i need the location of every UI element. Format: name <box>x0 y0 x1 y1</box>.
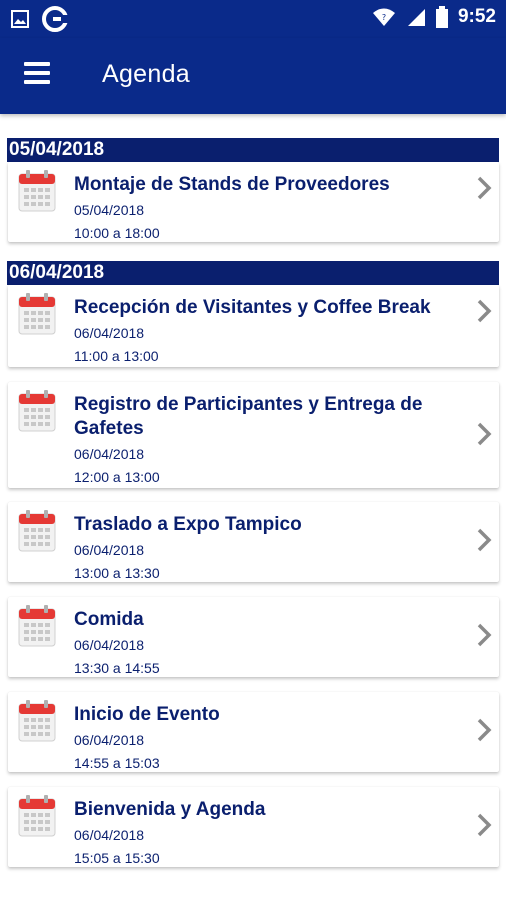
event-card-montaje-stands[interactable]: Montaje de Stands de Proveedores 05/04/2… <box>8 162 499 242</box>
event-title: Registro de Participantes y Entrega de G… <box>74 394 423 439</box>
event-date: 05/04/2018 <box>74 202 145 218</box>
calendar-icon <box>18 170 56 212</box>
event-time: 13:30 a 14:55 <box>74 660 160 676</box>
event-date: 06/04/2018 <box>74 637 145 653</box>
status-time: 9:52 <box>457 6 496 27</box>
event-card-inicio-evento[interactable]: Inicio de Evento 06/04/2018 14:55 a 15:0… <box>8 692 499 772</box>
chevron-right-icon <box>477 422 492 446</box>
event-title: Comida <box>74 609 144 630</box>
event-date: 06/04/2018 <box>74 542 145 558</box>
chevron-right-icon <box>477 623 492 647</box>
app-bar: Agenda <box>0 38 506 114</box>
event-card-registro-participantes[interactable]: Registro de Participantes y Entrega de G… <box>8 382 499 488</box>
calendar-icon <box>18 510 56 552</box>
event-date: 06/04/2018 <box>74 732 145 748</box>
image-icon <box>11 10 29 28</box>
event-time: 12:00 a 13:00 <box>74 469 160 485</box>
svg-text:?: ? <box>382 13 386 22</box>
sync-app-icon <box>42 6 68 32</box>
event-title: Montaje de Stands de Proveedores <box>74 174 390 195</box>
event-card-bienvenida-agenda[interactable]: Bienvenida y Agenda 06/04/2018 15:05 a 1… <box>8 787 499 867</box>
calendar-icon <box>18 390 56 432</box>
event-date: 06/04/2018 <box>74 446 145 462</box>
chevron-right-icon <box>477 528 492 552</box>
signal-icon <box>407 9 425 26</box>
event-time: 13:00 a 13:30 <box>74 565 160 581</box>
event-title: Bienvenida y Agenda <box>74 799 266 820</box>
date-header: 05/04/2018 <box>7 138 499 162</box>
event-card-recepcion-visitantes[interactable]: Recepción de Visitantes y Coffee Break 0… <box>8 285 499 367</box>
event-card-traslado-expo[interactable]: Traslado a Expo Tampico 06/04/2018 13:00… <box>8 502 499 582</box>
calendar-icon <box>18 293 56 335</box>
date-header: 06/04/2018 <box>7 261 499 285</box>
event-date: 06/04/2018 <box>74 325 145 341</box>
status-left-icons <box>10 6 68 32</box>
event-time: 15:05 a 15:30 <box>74 850 160 866</box>
event-date: 06/04/2018 <box>74 827 145 843</box>
wifi-icon: ? <box>372 8 395 26</box>
event-title: Inicio de Evento <box>74 704 220 725</box>
hamburger-menu-icon[interactable] <box>24 62 54 88</box>
calendar-icon <box>18 605 56 647</box>
battery-icon <box>435 6 448 28</box>
page-title: Agenda <box>102 60 190 88</box>
event-time: 11:00 a 13:00 <box>74 348 159 364</box>
event-time: 10:00 a 18:00 <box>74 225 160 241</box>
event-title: Traslado a Expo Tampico <box>74 514 302 535</box>
status-bar: ? 9:52 <box>0 0 506 38</box>
event-card-comida[interactable]: Comida 06/04/2018 13:30 a 14:55 <box>8 597 499 677</box>
calendar-icon <box>18 795 56 837</box>
event-title: Recepción de Visitantes y Coffee Break <box>74 297 431 318</box>
calendar-icon <box>18 700 56 742</box>
chevron-right-icon <box>477 813 492 837</box>
status-right-icons: ? 9:52 <box>372 6 496 28</box>
event-time: 14:55 a 15:03 <box>74 755 160 771</box>
chevron-right-icon <box>477 299 492 323</box>
chevron-right-icon <box>477 718 492 742</box>
chevron-right-icon <box>477 176 492 200</box>
